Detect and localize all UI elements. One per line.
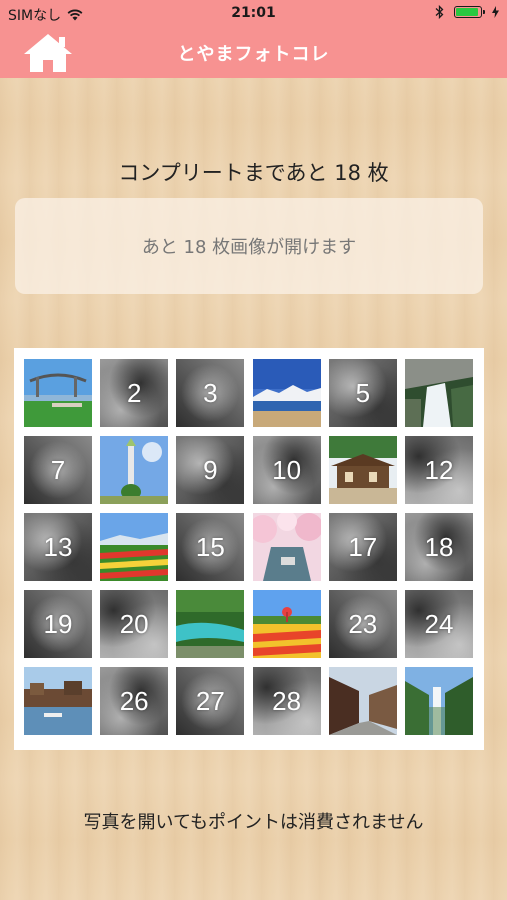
photo-thumbnail — [252, 513, 321, 581]
photo-tile-opened[interactable] — [100, 513, 169, 581]
info-message: あと 18 枚画像が開けます — [141, 237, 357, 258]
tile-number: 28 — [272, 685, 302, 716]
tile-number: 7 — [50, 454, 66, 485]
photo-tile-opened[interactable] — [405, 667, 473, 735]
battery-icon — [454, 6, 485, 18]
tile-number: 24 — [424, 608, 454, 639]
tile-number: 27 — [195, 685, 225, 716]
photo-tile-locked[interactable]: 18 — [405, 513, 473, 581]
tile-number: 18 — [424, 531, 454, 562]
tile-number: 26 — [119, 685, 149, 716]
nav-bar: とやまフォトコレ — [0, 28, 507, 78]
photo-tile-opened[interactable] — [252, 513, 321, 581]
photo-tile-opened[interactable] — [328, 667, 397, 735]
photo-thumbnail — [24, 667, 92, 735]
tile-number: 12 — [424, 454, 454, 485]
tile-number: 23 — [348, 608, 378, 639]
status-right — [435, 5, 499, 19]
tile-number: 15 — [195, 531, 225, 562]
photo-tile-locked[interactable]: 26 — [100, 667, 169, 735]
photo-tile-opened[interactable] — [24, 667, 92, 735]
photo-tile-locked[interactable]: 10 — [252, 436, 321, 504]
photo-thumbnail — [176, 590, 245, 658]
photo-thumbnail — [405, 667, 473, 735]
photo-tile-locked[interactable]: 13 — [24, 513, 92, 581]
photo-tile-locked[interactable]: 3 — [176, 359, 245, 427]
photo-tile-locked[interactable]: 15 — [176, 513, 245, 581]
photo-tile-locked[interactable]: 7 — [24, 436, 92, 504]
photo-tile-opened[interactable] — [252, 590, 321, 658]
photo-thumbnail — [100, 436, 169, 504]
photo-thumbnail — [24, 359, 92, 427]
remaining-headline: コンプリートまであと 18 枚 — [118, 161, 389, 185]
photo-tile-locked[interactable]: 28 — [252, 667, 321, 735]
photo-tile-locked[interactable]: 19 — [24, 590, 92, 658]
bluetooth-icon — [435, 5, 444, 19]
photo-tile-locked[interactable]: 23 — [328, 590, 397, 658]
status-time: 21:01 — [231, 5, 276, 21]
photo-tile-opened[interactable] — [24, 359, 92, 427]
photo-tile-opened[interactable] — [328, 436, 397, 504]
tile-number: 19 — [43, 608, 73, 639]
info-box: あと 18 枚画像が開けます — [15, 198, 483, 294]
photo-tile-locked[interactable]: 12 — [405, 436, 473, 504]
photo-tile-locked[interactable]: 20 — [100, 590, 169, 658]
photo-grid: 2 3 5 7 9 10 12 13 15 17 18 19 20 23 24 26 27 28 — [14, 348, 484, 750]
photo-thumbnail — [328, 667, 397, 735]
tile-number: 9 — [203, 454, 218, 485]
photo-tile-locked[interactable]: 24 — [405, 590, 473, 658]
photo-thumbnail — [252, 359, 321, 427]
photo-thumbnail — [405, 359, 473, 427]
nav-title: とやまフォトコレ — [177, 44, 330, 65]
photo-tile-opened[interactable] — [100, 436, 169, 504]
photo-thumbnail — [100, 513, 169, 581]
tile-number: 2 — [126, 377, 142, 408]
tile-number: 13 — [43, 531, 73, 562]
photo-tile-locked[interactable]: 2 — [100, 359, 169, 427]
status-bar: SIMなし 21:01 — [0, 0, 507, 28]
charging-icon — [492, 6, 499, 18]
photo-tile-locked[interactable]: 5 — [328, 359, 397, 427]
tile-number: 3 — [203, 377, 218, 408]
photo-thumbnail — [252, 590, 321, 658]
tile-number: 17 — [348, 531, 378, 562]
photo-tile-locked[interactable]: 17 — [328, 513, 397, 581]
tile-number: 10 — [272, 454, 302, 485]
photo-thumbnail — [328, 436, 397, 504]
photo-tile-opened[interactable] — [176, 590, 245, 658]
tile-number: 5 — [355, 377, 371, 408]
photo-tile-opened[interactable] — [252, 359, 321, 427]
photo-tile-opened[interactable] — [405, 359, 473, 427]
tile-number: 20 — [119, 608, 149, 639]
footer-note: 写真を開いてもポイントは消費されません — [83, 812, 424, 833]
photo-tile-locked[interactable]: 27 — [176, 667, 245, 735]
photo-tile-locked[interactable]: 9 — [176, 436, 245, 504]
